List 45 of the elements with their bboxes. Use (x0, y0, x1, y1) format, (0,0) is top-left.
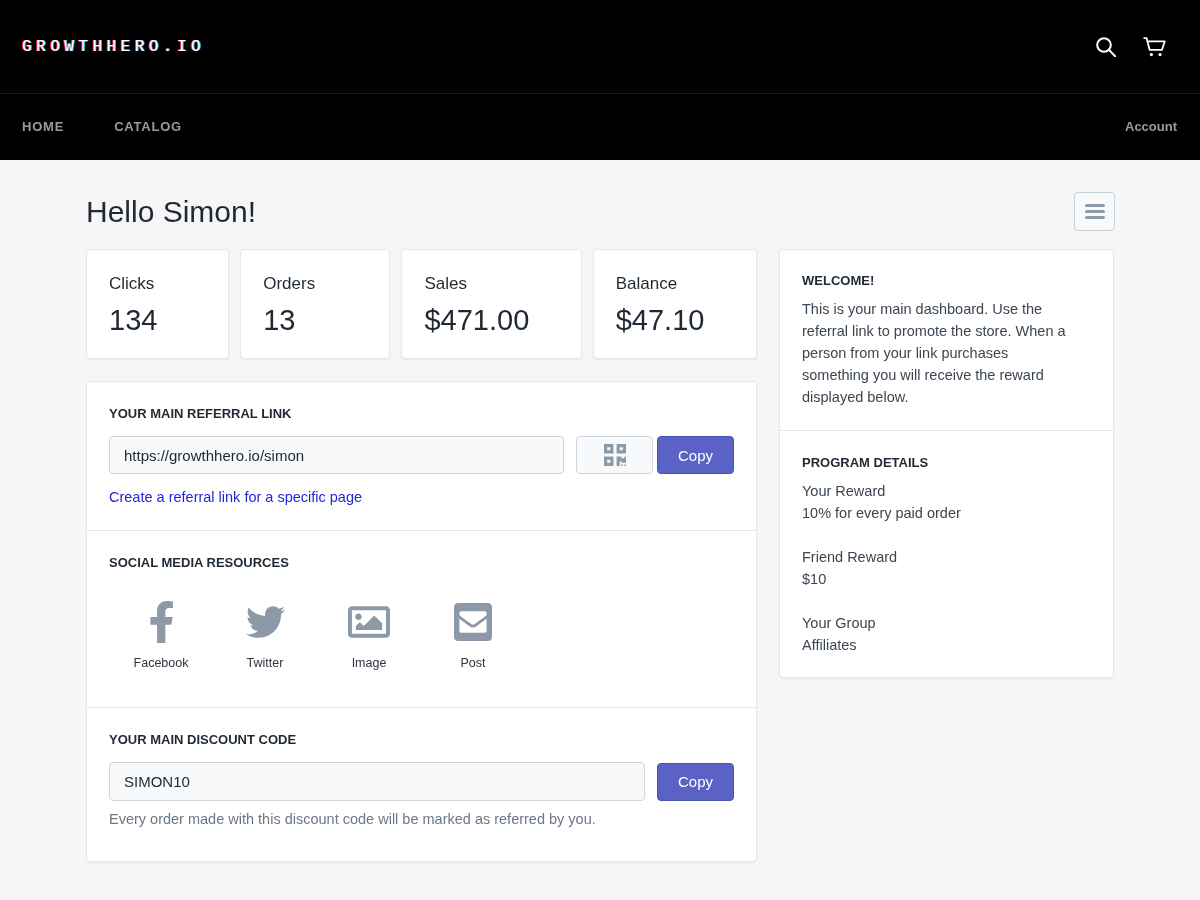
stat-label: Sales (424, 273, 467, 295)
account-link[interactable]: Account (1125, 117, 1177, 137)
menu-button[interactable] (1074, 192, 1115, 231)
detail-value: $10 (802, 570, 827, 589)
section-heading: WELCOME! (802, 272, 875, 290)
detail-label: Your Group (802, 614, 876, 633)
stat-label: Orders (263, 273, 316, 295)
search-icon[interactable] (1096, 36, 1116, 57)
facebook-icon (149, 601, 173, 643)
stat-value: 13 (263, 303, 296, 337)
section-heading: PROGRAM DETAILS (802, 454, 929, 472)
detail-label: Friend Reward (802, 548, 898, 567)
stat-label: Clicks (109, 273, 155, 295)
create-link[interactable]: Create a referral link for a specific page (109, 487, 363, 507)
stat-label: Balance (615, 273, 678, 295)
discount-code-field[interactable]: SIMON10 (109, 762, 645, 801)
copy-button[interactable]: Copy (657, 436, 734, 474)
section-heading: SOCIAL MEDIA RESOURCES (109, 554, 289, 572)
nav-link[interactable]: CATALOG (114, 117, 182, 137)
menu-icon (1084, 204, 1105, 219)
stat-value: $47.10 (615, 303, 705, 337)
section-heading: YOUR MAIN DISCOUNT CODE (109, 731, 297, 749)
welcome-text: This is your main dashboard. Use the referral link to promote the store. When a person from your link purchases something you will receive the reward displayed below. (802, 300, 1067, 407)
nav-link[interactable]: HOME (22, 117, 65, 137)
share-link[interactable]: Image (348, 600, 390, 671)
page-title: Hello Simon! (86, 193, 257, 230)
envelope-icon (454, 603, 492, 641)
qr-code-button[interactable] (576, 436, 653, 474)
image-icon (348, 606, 390, 638)
stat-value: $471.00 (424, 303, 530, 337)
stat-value: 134 (109, 303, 158, 337)
site-logo[interactable]: GROWTHHERO.IO (22, 34, 206, 59)
discount-note: Every order made with this discount code will be marked as referred by you. (109, 810, 596, 829)
detail-label: Your Reward (802, 482, 886, 501)
cart-icon[interactable] (1143, 36, 1166, 57)
copy-button[interactable]: Copy (657, 762, 734, 801)
share-link[interactable]: Facebook (133, 600, 189, 671)
section-heading: YOUR MAIN REFERRAL LINK (109, 405, 292, 423)
detail-value: Affiliates (802, 636, 857, 655)
twitter-icon (245, 606, 285, 638)
referral-link-field[interactable]: https://growthhero.io/simon (109, 436, 564, 474)
share-link[interactable]: Post (454, 600, 492, 671)
detail-value: 10% for every paid order (802, 504, 961, 523)
qr-code-icon (603, 444, 626, 466)
share-link[interactable]: Twitter (245, 600, 285, 671)
